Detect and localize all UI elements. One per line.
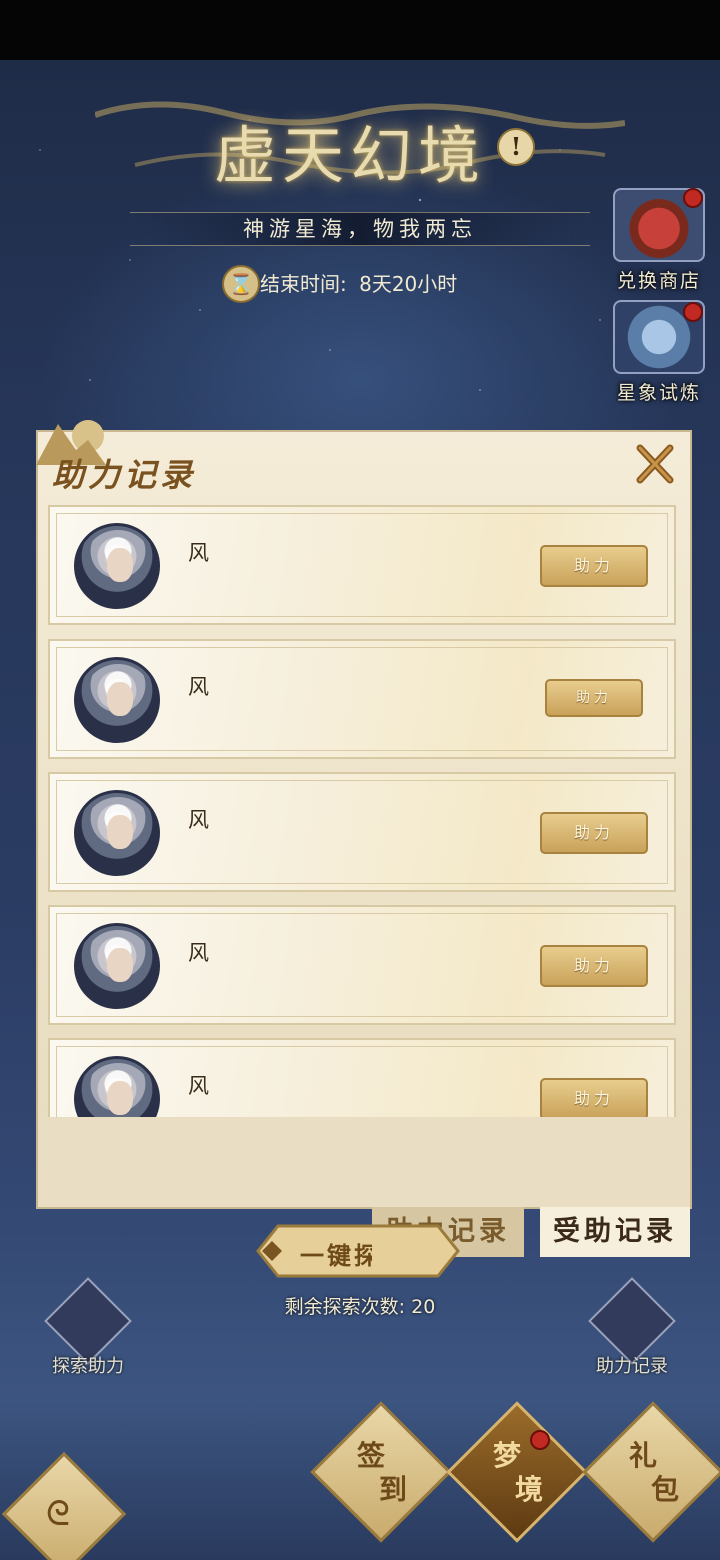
assist-button[interactable]: 助力	[545, 679, 643, 717]
end-time-label: 结束时间:	[260, 272, 347, 296]
list-item: 风 助力	[48, 772, 676, 892]
explore-assist-button[interactable]: 探索助力	[38, 1277, 138, 1378]
assist-record-label: 助力记录	[596, 1356, 668, 1377]
avatar	[74, 523, 160, 609]
list-item: 风 助力	[48, 905, 676, 1025]
player-name: 风	[188, 808, 209, 832]
list-item: 风 助力	[48, 1038, 676, 1117]
dialog-title: 助力记录	[52, 456, 197, 494]
end-time-value: 8天20小时	[359, 272, 458, 296]
notification-dot	[683, 302, 703, 322]
remaining-value: 20	[411, 1296, 436, 1318]
swirl-icon: ᘓ	[46, 1494, 70, 1534]
exchange-shop-button[interactable]: 兑换商店	[604, 188, 714, 293]
assist-button[interactable]: 助力	[540, 545, 648, 587]
list-item: 风 助力	[48, 505, 676, 625]
tab-received-record[interactable]: 受助记录	[540, 1207, 690, 1257]
close-icon[interactable]	[634, 442, 676, 486]
avatar	[74, 923, 160, 1009]
remaining-label: 剩余探索次数:	[284, 1296, 406, 1318]
notification-dot	[530, 1430, 550, 1450]
nav-sign-in-label: 签 到	[357, 1439, 408, 1506]
star-trial-label: 星象试炼	[616, 382, 701, 404]
player-name: 风	[188, 675, 209, 699]
assist-button[interactable]: 助力	[540, 945, 648, 987]
player-name: 风	[188, 941, 209, 965]
avatar	[74, 790, 160, 876]
info-icon[interactable]: !	[497, 128, 535, 166]
event-title: 虚天幻境	[213, 119, 486, 192]
hourglass-icon: ⌛	[222, 265, 260, 303]
dialog-footer	[38, 1118, 690, 1207]
list-item: 风 助力	[48, 639, 676, 759]
player-name: 风	[188, 541, 209, 565]
explore-button-label: 一键探索	[300, 1241, 372, 1270]
nav-dreamland-label: 梦 境	[493, 1439, 544, 1506]
notification-dot	[683, 188, 703, 208]
end-time: 结束时间: 8天20小时	[260, 268, 457, 297]
status-bar	[0, 0, 720, 60]
star-trial-button[interactable]: 星象试炼	[604, 300, 714, 405]
nav-gift-label: 礼 包	[629, 1439, 680, 1506]
game-scene: 虚天幻境 ! 神游星海，物我两忘 ⌛ 结束时间: 8天20小时 兑换商店 星象试…	[0, 0, 720, 1560]
event-subtitle: 神游星海，物我两忘	[130, 212, 590, 246]
assist-button[interactable]: 助力	[540, 1078, 648, 1117]
player-name: 风	[188, 1074, 209, 1098]
assist-button[interactable]: 助力	[540, 812, 648, 854]
exchange-shop-label: 兑换商店	[616, 270, 701, 292]
explore-assist-label: 探索助力	[52, 1356, 124, 1377]
assist-record-list[interactable]: 风 助力 风 助力 风 助力 风 助力 风 助力	[48, 505, 678, 1117]
avatar	[74, 657, 160, 743]
assist-record-button[interactable]: 助力记录	[582, 1277, 682, 1378]
